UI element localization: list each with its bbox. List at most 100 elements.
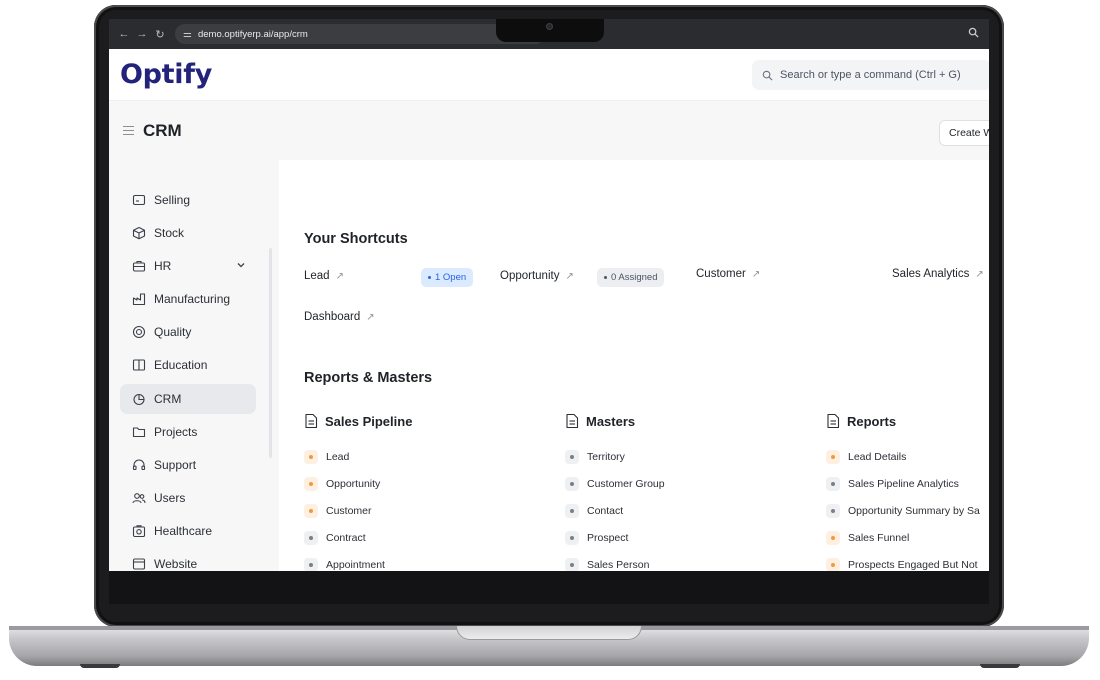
app-logo[interactable]: Optify [120, 59, 212, 90]
link-sales-funnel[interactable]: Sales Funnel [826, 531, 909, 545]
shortcut-dashboard[interactable]: Dashboard ↗ [304, 311, 375, 323]
shortcut-label: Opportunity [500, 270, 560, 282]
link-label: Sales Pipeline Analytics [848, 478, 959, 490]
shortcut-label: Lead [304, 270, 330, 282]
menu-toggle-icon[interactable] [123, 125, 134, 136]
search-placeholder: Search or type a command (Ctrl + G) [780, 69, 961, 81]
document-icon [566, 413, 579, 429]
badge-text: 1 Open [435, 272, 467, 283]
sidebar-item-stock[interactable]: Stock [120, 218, 256, 248]
link-contract[interactable]: Contract [304, 531, 366, 545]
reports-title: Reports & Masters [304, 370, 433, 386]
shortcut-label: Sales Analytics [892, 268, 970, 280]
sidebar-item-education[interactable]: Education [120, 350, 256, 380]
link-prospect[interactable]: Prospect [565, 531, 628, 545]
link-lead-details[interactable]: Lead Details [826, 450, 906, 464]
sidebar-item-users[interactable]: Users [120, 483, 256, 513]
shortcut-label: Customer [696, 268, 746, 280]
status-badge: 1 Open [421, 268, 474, 287]
link-label: Appointment [326, 559, 385, 571]
link-label: Opportunity [326, 478, 381, 490]
document-icon [827, 413, 840, 429]
sidebar-item-projects[interactable]: Projects [120, 417, 256, 447]
chevron-down-icon[interactable] [236, 260, 246, 270]
users-icon [132, 493, 146, 504]
link-contact[interactable]: Contact [565, 504, 623, 518]
arrow-up-right-icon: ↗ [335, 270, 344, 282]
link-prospects-engaged[interactable]: Prospects Engaged But Not [826, 558, 978, 571]
zoom-icon[interactable] [968, 27, 979, 38]
sidebar-item-label: Education [154, 358, 208, 372]
sidebar-item-selling[interactable]: Selling [120, 185, 256, 215]
folder-icon [132, 427, 146, 438]
forward-icon[interactable]: → [133, 28, 151, 40]
sidebar-item-label: Website [154, 557, 198, 571]
card-title-text: Sales Pipeline [325, 413, 413, 429]
arrow-up-right-icon: ↗ [366, 311, 375, 323]
main-content: Your Shortcuts Lead ↗ 1 Open Opportunity ↗… [286, 160, 989, 571]
card-title-text: Reports [847, 413, 897, 429]
screen-bezel [109, 571, 989, 604]
status-badge: 0 Assigned [597, 268, 665, 287]
link-sales-person[interactable]: Sales Person [565, 558, 649, 571]
shortcut-sales-analytics[interactable]: Sales Analytics ↗ [892, 268, 984, 280]
sidebar-item-label: CRM [154, 392, 182, 406]
document-icon [305, 413, 318, 429]
link-label: Opportunity Summary by Sa [848, 505, 980, 517]
reload-icon[interactable]: ↻ [151, 28, 169, 41]
healthcare-icon [132, 525, 146, 538]
arrow-up-right-icon: ↗ [975, 268, 984, 280]
link-label: Territory [587, 451, 625, 463]
site-settings-icon[interactable]: ⚌ [183, 29, 192, 40]
url-text: demo.optifyerp.ai/app/crm [197, 28, 308, 40]
link-appointment[interactable]: Appointment [304, 558, 385, 571]
sidebar-scrollbar[interactable] [269, 248, 272, 458]
address-bar[interactable]: ⚌ demo.optifyerp.ai/app/crm [175, 24, 545, 44]
badge-text: 0 Assigned [611, 272, 658, 283]
create-workspace-button[interactable]: Create W [939, 120, 989, 146]
sidebar-item-support[interactable]: Support [120, 450, 256, 480]
page-head: CRM Create W [109, 101, 989, 160]
search-icon [762, 70, 773, 80]
sidebar-item-label: Healthcare [154, 524, 213, 538]
badge-icon [132, 325, 146, 339]
link-label: Customer [326, 505, 372, 517]
sidebar-item-label: HR [154, 259, 172, 273]
card-title: Sales Pipeline [304, 413, 412, 429]
link-label: Sales Person [587, 559, 650, 571]
browser-icon [132, 558, 146, 570]
sidebar: Selling Stock HR Manufacturing Quality E… [109, 160, 279, 571]
back-icon[interactable]: ← [115, 28, 133, 40]
crm-icon [133, 393, 145, 406]
sidebar-item-website[interactable]: Website [120, 549, 256, 571]
link-customer[interactable]: Customer [304, 504, 372, 518]
sidebar-item-healthcare[interactable]: Healthcare [120, 516, 256, 546]
link-lead[interactable]: Lead [304, 450, 349, 464]
headset-icon [132, 459, 146, 471]
sidebar-item-label: Users [154, 491, 186, 505]
shortcut-customer[interactable]: Customer ↗ [696, 268, 760, 280]
sidebar-item-manufacturing[interactable]: Manufacturing [120, 284, 256, 314]
camera-notch [496, 19, 604, 42]
shortcut-lead[interactable]: Lead ↗ [304, 270, 344, 282]
link-customer-group[interactable]: Customer Group [565, 477, 665, 491]
link-opportunity-summary[interactable]: Opportunity Summary by Sa [826, 504, 980, 518]
shortcut-label: Dashboard [304, 311, 361, 323]
briefcase-icon [132, 260, 146, 272]
sidebar-item-crm[interactable]: CRM [120, 384, 256, 414]
link-territory[interactable]: Territory [565, 450, 625, 464]
sidebar-item-label: Projects [154, 425, 198, 439]
link-sales-pipeline-analytics[interactable]: Sales Pipeline Analytics [826, 477, 959, 491]
sidebar-item-quality[interactable]: Quality [120, 317, 256, 347]
card-title: Reports [826, 413, 896, 429]
sidebar-item-hr[interactable]: HR [120, 251, 256, 281]
shortcut-opportunity[interactable]: Opportunity ↗ [500, 270, 574, 282]
laptop-thumb-notch [456, 626, 642, 640]
search-input[interactable]: Search or type a command (Ctrl + G) [752, 60, 989, 90]
link-opportunity[interactable]: Opportunity [304, 477, 380, 491]
sidebar-item-label: Support [154, 458, 197, 472]
laptop-foot-right [980, 664, 1020, 668]
app-header: Optify Search or type a command (Ctrl + … [109, 49, 989, 101]
link-label: Prospect [587, 532, 629, 544]
camera-icon [546, 23, 553, 30]
